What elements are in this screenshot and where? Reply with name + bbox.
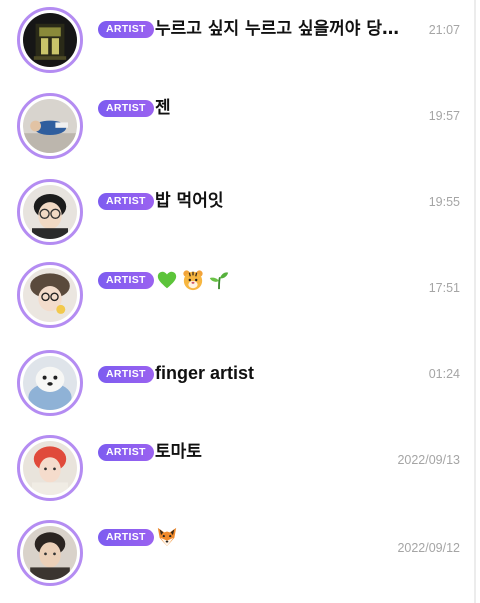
message-time: 01:24: [428, 367, 460, 381]
chat-row[interactable]: ARTIST 밥 먹어잇 19:55: [0, 178, 480, 258]
message-preview: 누르고 싶지 누르고 싶을꺼야 당…: [155, 19, 399, 39]
tiger-face-icon: [183, 270, 203, 291]
chat-row[interactable]: ARTIST 2022/09/12: [0, 518, 480, 598]
chat-row[interactable]: ARTIST 젠 19:57: [0, 88, 480, 168]
emoji-message: [156, 526, 178, 548]
artist-badge: ARTIST: [98, 100, 154, 117]
chat-row[interactable]: ARTIST 토마토 2022/09/13: [0, 434, 480, 514]
person-portrait-avatar[interactable]: [17, 520, 83, 586]
artist-badge: ARTIST: [98, 193, 154, 210]
album-cover-avatar[interactable]: [17, 7, 83, 73]
chat-row[interactable]: ARTIST 17:51: [0, 262, 480, 342]
person-hat-avatar[interactable]: [17, 262, 83, 328]
chat-row[interactable]: ARTIST finger artist 01:24: [0, 347, 480, 427]
message-time: 17:51: [428, 281, 460, 295]
fox-face-icon: [157, 527, 177, 547]
artist-badge: ARTIST: [98, 21, 154, 38]
chat-row[interactable]: ARTIST 누르고 싶지 누르고 싶을꺼야 당… 21:07: [0, 0, 480, 80]
green-heart-icon: [157, 271, 177, 289]
chat-list: ARTIST 누르고 싶지 누르고 싶을꺼야 당… 21:07 ARTIST 젠…: [0, 0, 480, 603]
message-time: 19:55: [428, 195, 460, 209]
emoji-message: [156, 269, 230, 291]
message-time: 2022/09/12: [397, 541, 460, 555]
message-time: 21:07: [428, 23, 460, 37]
artist-badge: ARTIST: [98, 444, 154, 461]
message-preview: finger artist: [155, 363, 255, 383]
message-time: 2022/09/13: [397, 453, 460, 467]
message-preview: 밥 먹어잇: [155, 191, 224, 211]
artist-badge: ARTIST: [98, 272, 154, 289]
message-preview: 토마토: [155, 442, 202, 462]
artist-badge: ARTIST: [98, 529, 154, 546]
scrollbar[interactable]: [474, 0, 476, 603]
red-hair-avatar[interactable]: [17, 435, 83, 501]
person-lying-avatar[interactable]: [17, 93, 83, 159]
seedling-icon: [209, 272, 229, 290]
person-glasses-avatar[interactable]: [17, 179, 83, 245]
message-preview: 젠: [155, 98, 171, 118]
message-time: 19:57: [428, 109, 460, 123]
artist-badge: ARTIST: [98, 366, 154, 383]
dog-avatar[interactable]: [17, 350, 83, 416]
